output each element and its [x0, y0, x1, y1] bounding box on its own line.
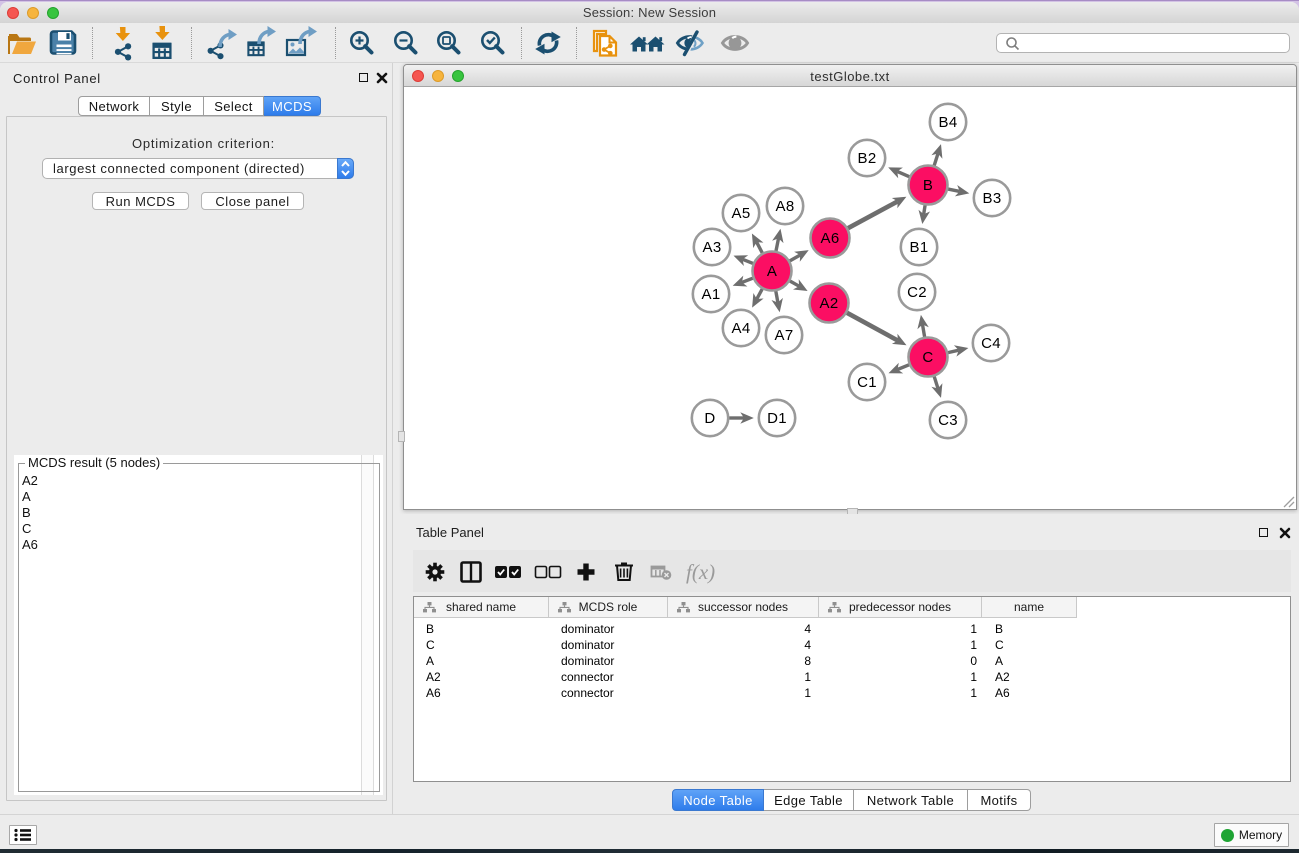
svg-text:C3: C3 [938, 412, 958, 429]
svg-text:D: D [704, 410, 715, 427]
svg-text:B: B [923, 177, 933, 194]
svg-text:C2: C2 [907, 284, 927, 301]
svg-text:A6: A6 [821, 230, 840, 247]
svg-text:C: C [922, 349, 933, 366]
svg-text:A7: A7 [775, 327, 794, 344]
svg-text:B4: B4 [939, 114, 958, 131]
svg-text:A2: A2 [820, 295, 839, 312]
svg-text:B2: B2 [858, 150, 877, 167]
svg-text:B1: B1 [910, 239, 929, 256]
svg-text:A1: A1 [702, 286, 721, 303]
svg-text:f(x): f(x) [686, 560, 715, 584]
svg-text:A5: A5 [732, 205, 751, 222]
svg-text:A8: A8 [776, 198, 795, 215]
svg-text:A: A [767, 263, 777, 280]
svg-text:B3: B3 [983, 190, 1002, 207]
svg-text:A3: A3 [703, 239, 722, 256]
svg-text:C1: C1 [857, 374, 877, 391]
svg-text:A4: A4 [732, 320, 751, 337]
svg-text:C4: C4 [981, 335, 1001, 352]
svg-text:D1: D1 [767, 410, 787, 427]
